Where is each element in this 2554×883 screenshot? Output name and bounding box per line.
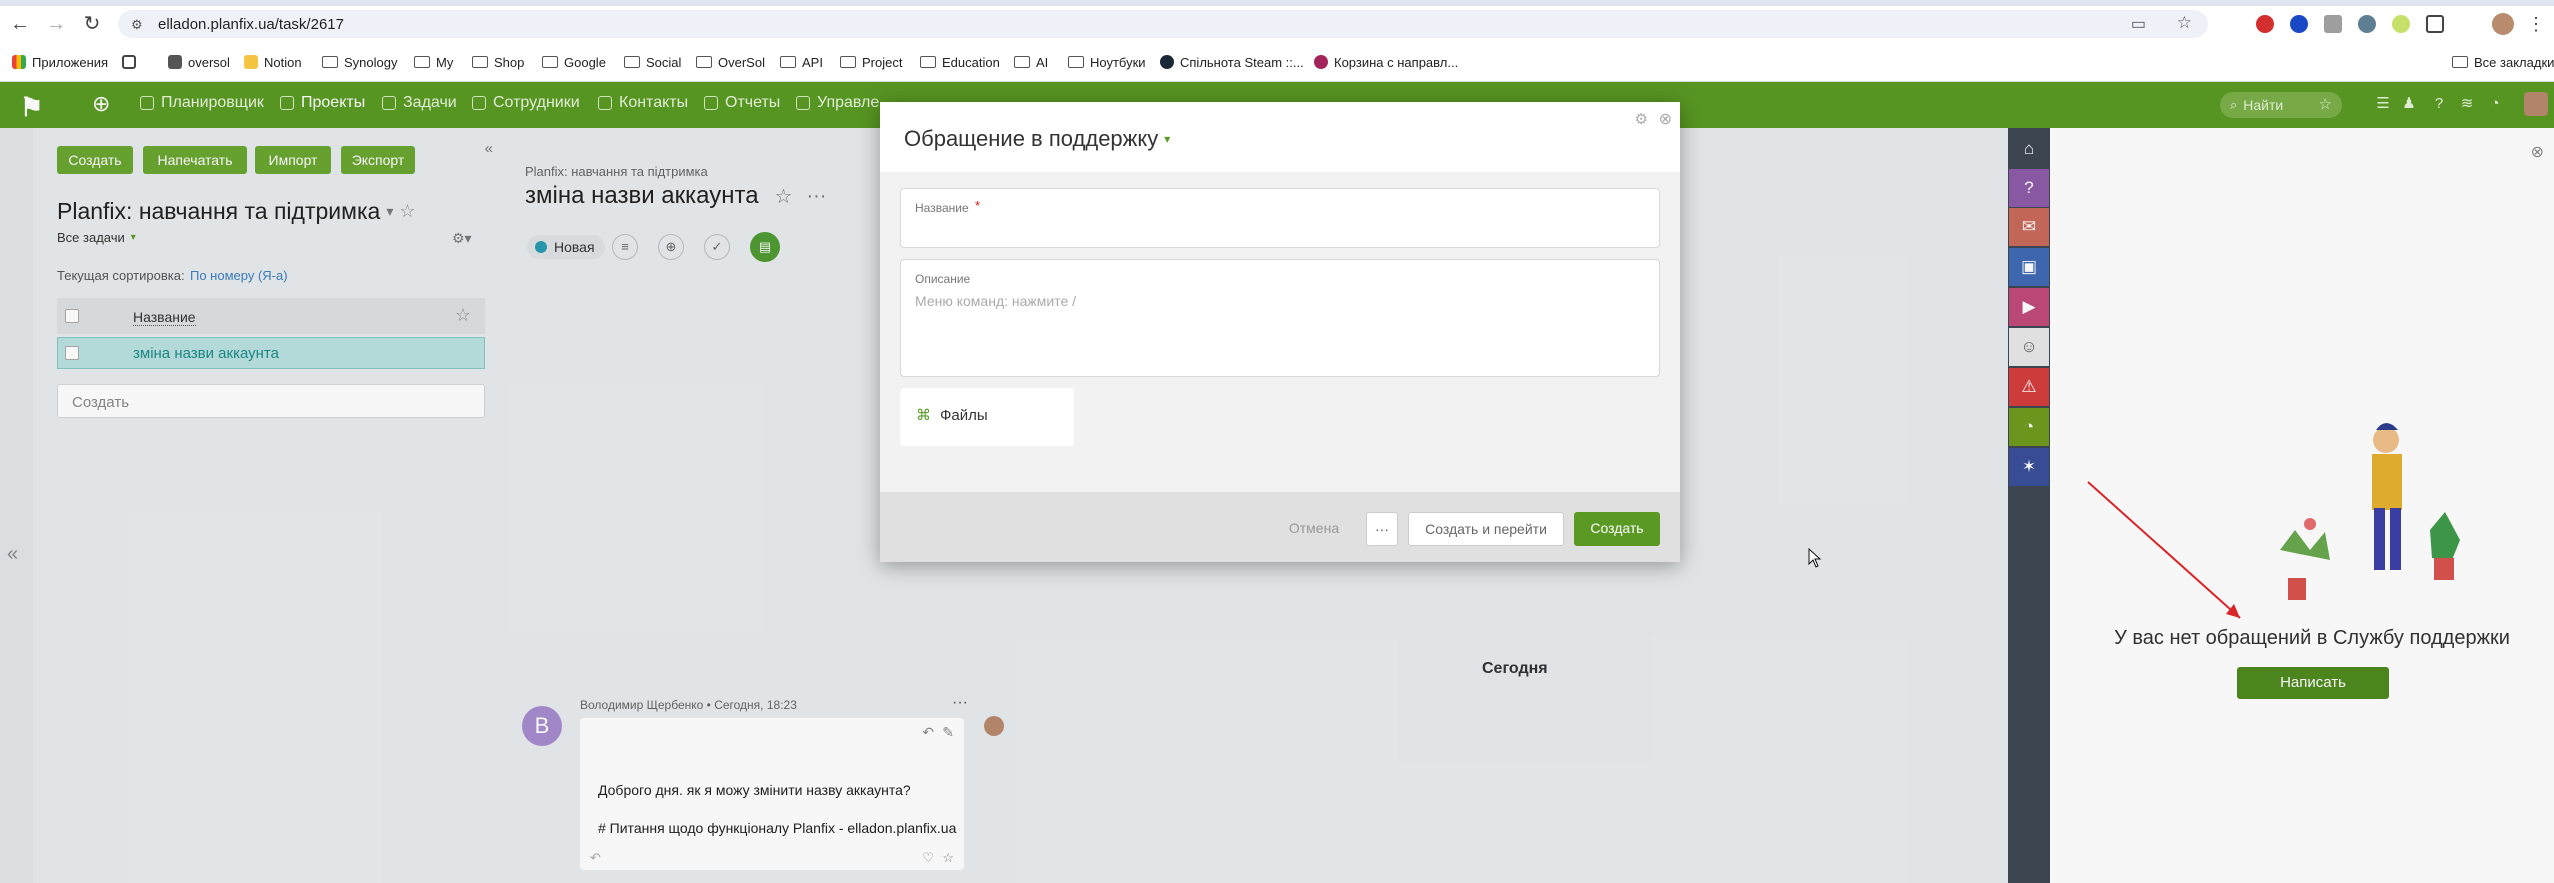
bookmark-label: OverSol — [718, 54, 765, 70]
bookmark-notion[interactable]: Notion — [244, 51, 302, 73]
browser-menu-icon[interactable]: ⋮ — [2524, 12, 2548, 36]
folder-icon — [472, 56, 488, 68]
extension-icon[interactable] — [2358, 15, 2376, 33]
bookmark-label: Корзина с направл... — [1334, 54, 1459, 70]
extensions-puzzle-icon[interactable] — [2426, 15, 2444, 33]
bookmark-notebooks[interactable]: Ноутбуки — [1068, 51, 1146, 73]
site-icon — [168, 55, 182, 69]
site-icon — [1314, 55, 1328, 69]
files-label: Файлы — [940, 407, 988, 424]
dialog-title[interactable]: Обращение в поддержку ▾ — [904, 126, 1170, 152]
profile-avatar[interactable] — [2492, 13, 2514, 35]
files-attach-button[interactable]: ⌘ Файлы — [900, 388, 1074, 446]
adblock-icon[interactable] — [2256, 15, 2274, 33]
bookmark-grid[interactable] — [122, 51, 142, 73]
dialog-title-text: Обращение в поддержку — [904, 126, 1159, 151]
more-options-button[interactable]: ··· — [1366, 512, 1398, 546]
back-icon[interactable]: ← — [8, 12, 32, 36]
folder-icon — [542, 56, 558, 68]
settings-icon[interactable]: ⚙ — [1635, 110, 1648, 128]
bookmark-google[interactable]: Google — [542, 51, 606, 73]
folder-icon — [696, 56, 712, 68]
bookmark-label: Social — [646, 54, 682, 70]
description-field[interactable]: Описание Меню команд: нажмите / — [900, 259, 1660, 377]
folder-icon — [1068, 56, 1084, 68]
bookmark-label: Спільнота Steam ::... — [1180, 54, 1304, 70]
name-field[interactable]: Название * — [900, 188, 1660, 248]
notion-icon — [244, 55, 258, 69]
extension-icon[interactable] — [2392, 15, 2410, 33]
create-submit-button[interactable]: Создать — [1574, 512, 1660, 546]
grid-icon — [122, 55, 136, 69]
bookmark-label: My — [436, 54, 454, 70]
title-caret-icon: ▾ — [1164, 132, 1171, 146]
support-request-dialog: Обращение в поддержку ▾ ⚙ ⊗ Название * О… — [880, 102, 1680, 562]
bookmark-label: Все закладки — [2474, 54, 2554, 70]
bookmark-label: Synology — [344, 54, 398, 70]
extension-icon[interactable] — [2324, 15, 2342, 33]
bookmark-synology[interactable]: Synology — [322, 51, 397, 73]
bookmark-label: oversol — [188, 54, 230, 70]
bookmark-social[interactable]: Social — [624, 51, 681, 73]
bookmark-label: Notion — [264, 54, 302, 70]
folder-icon — [2452, 56, 2468, 68]
close-icon[interactable]: ⊗ — [1659, 109, 1672, 129]
url-text: elladon.planfix.ua/task/2617 — [158, 16, 344, 33]
cancel-button[interactable]: Отмена — [1278, 512, 1350, 546]
name-label: Название — [915, 201, 969, 215]
browser-toolbar: ← → ↻ ⚙ elladon.planfix.ua/task/2617 ▭ ☆… — [0, 6, 2554, 42]
install-app-icon[interactable]: ▭ — [2131, 14, 2146, 34]
create-and-go-button[interactable]: Создать и перейти — [1408, 512, 1564, 546]
description-label: Описание — [915, 272, 971, 286]
bookmark-star-icon[interactable]: ☆ — [2177, 13, 2192, 33]
folder-icon — [920, 56, 936, 68]
bookmark-oversol[interactable]: oversol — [168, 51, 230, 73]
bookmark-api[interactable]: API — [780, 51, 823, 73]
bookmark-apps[interactable]: Приложения — [12, 51, 108, 73]
bookmark-oversol-folder[interactable]: OverSol — [696, 51, 765, 73]
bookmark-label: Shop — [494, 54, 525, 70]
bookmark-label: Google — [564, 54, 606, 70]
bookmark-cart[interactable]: Корзина с направл... — [1314, 51, 1458, 73]
shield-extension-icon[interactable] — [2290, 15, 2308, 33]
bookmark-label: Ноутбуки — [1090, 54, 1146, 70]
bookmark-label: AI — [1036, 54, 1049, 70]
bookmark-my[interactable]: My — [414, 51, 453, 73]
required-mark: * — [975, 198, 981, 213]
bookmark-label: Education — [942, 54, 1000, 70]
mouse-cursor-icon — [1808, 548, 1822, 568]
folder-icon — [840, 56, 856, 68]
bookmark-education[interactable]: Education — [920, 51, 1000, 73]
bookmark-project[interactable]: Project — [840, 51, 902, 73]
address-bar[interactable]: ⚙ elladon.planfix.ua/task/2617 ▭ ☆ — [118, 10, 2208, 38]
folder-icon — [780, 56, 796, 68]
forward-icon[interactable]: → — [44, 12, 68, 36]
steam-icon — [1160, 55, 1174, 69]
site-settings-icon[interactable]: ⚙ — [131, 17, 143, 33]
folder-icon — [1014, 56, 1030, 68]
bookmark-label: Приложения — [32, 54, 109, 70]
description-placeholder: Меню команд: нажмите / — [915, 293, 1077, 309]
bookmark-label: Project — [862, 54, 903, 70]
bookmark-ai[interactable]: AI — [1014, 51, 1048, 73]
folder-icon — [322, 56, 338, 68]
bookmark-shop[interactable]: Shop — [472, 51, 524, 73]
reload-icon[interactable]: ↻ — [80, 12, 104, 36]
bookmarks-bar: Приложения oversol Notion Synology My Sh… — [0, 42, 2554, 82]
bookmark-steam[interactable]: Спільнота Steam ::... — [1160, 51, 1304, 73]
dialog-header: Обращение в поддержку ▾ ⚙ ⊗ — [880, 102, 1680, 172]
apps-grid-icon — [12, 55, 26, 69]
paperclip-icon: ⌘ — [916, 407, 931, 424]
folder-icon — [414, 56, 430, 68]
all-bookmarks[interactable]: Все закладки — [2452, 51, 2554, 73]
bookmark-label: API — [802, 54, 823, 70]
folder-icon — [624, 56, 640, 68]
